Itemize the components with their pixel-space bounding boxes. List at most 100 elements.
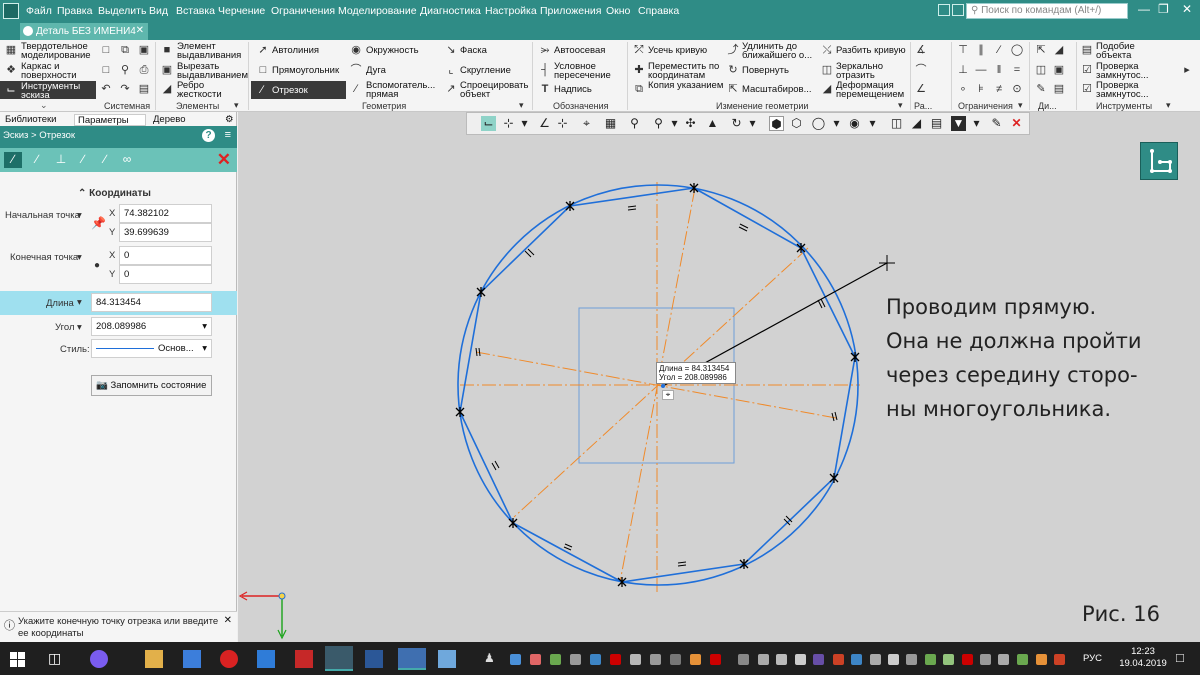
btn-move-coords[interactable]: Переместить по координатам: [648, 62, 724, 81]
tray-icon-18[interactable]: [888, 654, 899, 665]
tray-icon-2[interactable]: [530, 654, 541, 665]
btn-copy[interactable]: Копия указанием: [648, 81, 724, 91]
length-dropdown-icon[interactable]: ▾: [77, 297, 82, 308]
opera-icon[interactable]: [220, 650, 238, 668]
tray-icon-16[interactable]: [813, 654, 824, 665]
btn-cond-intersection[interactable]: Условное пересечение: [554, 62, 622, 81]
tray-icon-10[interactable]: [690, 654, 701, 665]
constraints-expand-icon[interactable]: ▾: [1018, 100, 1023, 111]
app-icon-2[interactable]: [398, 648, 426, 670]
diag-icon-5[interactable]: ✎: [1034, 83, 1048, 96]
save-icon[interactable]: ▣: [137, 44, 151, 57]
btn-deform[interactable]: Деформация перемещением: [836, 81, 908, 100]
angular-dim-icon[interactable]: ∠: [914, 83, 928, 96]
tray-icon-23[interactable]: [1017, 654, 1028, 665]
tab-parameters[interactable]: Параметры: [74, 114, 146, 126]
app-icon-1[interactable]: [183, 650, 201, 668]
btn-trim[interactable]: Усечь кривую: [648, 46, 707, 56]
btn-check-closed[interactable]: Проверка замкнутос...: [1096, 62, 1158, 81]
tray-icon-20[interactable]: [925, 654, 936, 665]
menu-file[interactable]: Файл: [26, 5, 52, 17]
btn-text[interactable]: Надпись: [554, 85, 592, 95]
command-search-input[interactable]: ⚲ Поиск по командам (Alt+/): [966, 3, 1128, 19]
style-select[interactable]: Основ... ▾: [91, 339, 212, 358]
tree-icon[interactable]: ≡: [225, 129, 231, 141]
tray-icon-14[interactable]: [776, 654, 787, 665]
tray-icon-9[interactable]: [670, 654, 681, 665]
panel-settings-icon[interactable]: ⚙: [222, 114, 234, 126]
diag-icon-6[interactable]: ▤: [1052, 83, 1066, 96]
close-tab-icon[interactable]: ✕: [136, 25, 144, 36]
tray-icon-11[interactable]: [710, 654, 721, 665]
copy-icon[interactable]: ⧉: [118, 44, 132, 57]
btn-aux-line[interactable]: Вспомогатель... прямая: [366, 81, 441, 100]
tangent-segment-icon[interactable]: ∕: [74, 152, 92, 168]
btn-extrude[interactable]: Элемент выдавливания: [177, 42, 252, 61]
tray-icon-7[interactable]: [630, 654, 641, 665]
angle-field[interactable]: 208.089986 ▾: [91, 317, 212, 336]
new-doc-icon[interactable]: □: [99, 44, 113, 57]
app-logo-icon[interactable]: [3, 3, 19, 19]
tray-icon-13[interactable]: [758, 654, 769, 665]
collinear-icon[interactable]: ∕: [992, 44, 1006, 57]
undo-icon[interactable]: ↶: [99, 83, 113, 96]
ribbon-collapse-icon[interactable]: ⌄: [40, 100, 48, 111]
layout-toggle-icon[interactable]: [952, 4, 964, 16]
segment-mode-icon[interactable]: ∕: [4, 152, 22, 168]
assistant-icon[interactable]: [90, 650, 108, 668]
diag-icon-4[interactable]: ▣: [1052, 64, 1066, 77]
menu-edit[interactable]: Правка: [57, 5, 92, 17]
menu-diagnostics[interactable]: Диагностика: [420, 5, 481, 17]
menu-modeling[interactable]: Моделирование: [338, 5, 417, 17]
tab-tree[interactable]: Дерево: [150, 114, 186, 126]
perpendicular-icon[interactable]: ⊥: [956, 64, 970, 77]
btn-arc[interactable]: Дуга: [366, 66, 386, 76]
kompas-taskbar-icon[interactable]: [325, 646, 353, 671]
pin-icon[interactable]: 📌: [91, 216, 106, 230]
open-icon[interactable]: □: [99, 64, 113, 77]
battery-icon[interactable]: [870, 654, 881, 665]
btn-segment-selected[interactable]: ∕ Отрезок: [251, 81, 346, 99]
app-icon-3[interactable]: [438, 650, 456, 668]
mode-wireframe[interactable]: Каркас и поверхности: [21, 62, 93, 81]
sketch-canvas[interactable]: ⌙ ⊹ ▾ ∠ ⊹ ⌖ ▦ ⚲ ⚲ ▾ ✣ ▲ ↻ ▾ ⬢ ⬡ ◯ ▾ ◉ ▾ …: [238, 112, 1200, 642]
panel-toggle-icon[interactable]: [938, 4, 950, 16]
tray-icon-12[interactable]: [738, 654, 749, 665]
horizontal-icon[interactable]: —: [974, 64, 988, 77]
tangent-two-curves-icon[interactable]: ∕: [96, 152, 114, 168]
save-state-button[interactable]: 📷 Запомнить состояние: [91, 375, 212, 396]
equal-length-icon[interactable]: =: [1010, 64, 1024, 77]
parallel-icon[interactable]: ∥: [974, 44, 988, 57]
btn-mirror[interactable]: Зеркально отразить: [836, 62, 906, 81]
tangent-icon[interactable]: ◯: [1010, 44, 1024, 57]
diag-icon-3[interactable]: ◫: [1034, 64, 1048, 77]
btn-scale[interactable]: Масштабиров...: [742, 85, 811, 95]
btn-autoaxis[interactable]: Автоосевая: [554, 46, 605, 56]
network-icon[interactable]: [980, 654, 991, 665]
diag-icon-1[interactable]: ⇱: [1034, 44, 1048, 57]
start-point-dropdown-icon[interactable]: ▾: [77, 210, 82, 221]
tray-icon-3[interactable]: [550, 654, 561, 665]
properties-icon[interactable]: ▤: [137, 83, 151, 96]
tray-icon-19[interactable]: [906, 654, 917, 665]
end-y-field[interactable]: 0: [119, 265, 212, 284]
tray-icon-22[interactable]: [962, 654, 973, 665]
btn-cut-extrude[interactable]: Вырезать выдавливанием: [177, 62, 252, 81]
coincident-icon[interactable]: ∘: [956, 83, 970, 96]
mode-solid-modeling[interactable]: Твердотельное моделирование: [21, 42, 93, 61]
explorer-icon[interactable]: [145, 650, 163, 668]
dimension-icon[interactable]: ∡: [914, 44, 928, 57]
menu-drawing[interactable]: Черчение: [218, 5, 265, 17]
angle-dropdown-icon[interactable]: ▾: [77, 322, 82, 333]
minimize-icon[interactable]: —: [1138, 2, 1150, 16]
menu-window[interactable]: Окно: [606, 5, 630, 17]
tab-libraries[interactable]: Библиотеки: [2, 114, 56, 126]
tray-icon-5[interactable]: [590, 654, 601, 665]
length-field[interactable]: 84.313454: [91, 293, 212, 312]
cancel-icon[interactable]: ✕: [217, 150, 231, 170]
autocad-icon[interactable]: [295, 650, 313, 668]
btn-rib[interactable]: Ребро жесткости: [177, 81, 237, 100]
btn-fillet[interactable]: Скругление: [460, 66, 511, 76]
midpoint-icon[interactable]: ⊧: [974, 83, 988, 96]
section-coordinates[interactable]: ⌃ Координаты: [78, 188, 151, 199]
